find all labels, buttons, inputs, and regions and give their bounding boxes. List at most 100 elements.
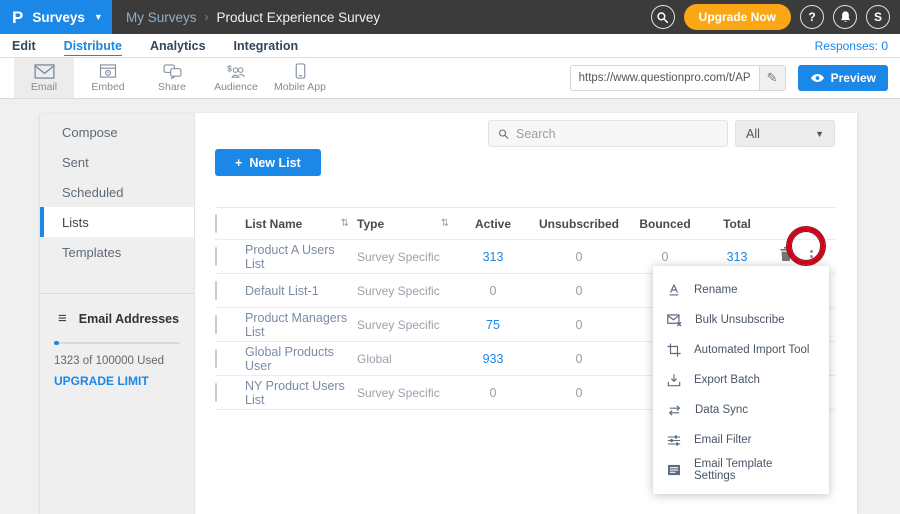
table-header-row: List Name ⇅ Type ⇅ Active Unsubscribed B… bbox=[215, 207, 835, 240]
unsubscribed-count[interactable]: 0 bbox=[529, 318, 629, 332]
header-actions: Upgrade Now ? S bbox=[651, 0, 900, 34]
active-count[interactable]: 0 bbox=[457, 284, 529, 298]
audience-icon: $ bbox=[226, 64, 246, 79]
upgrade-now-button[interactable]: Upgrade Now bbox=[684, 4, 791, 30]
user-avatar[interactable]: S bbox=[866, 5, 890, 29]
active-count[interactable]: 933 bbox=[457, 352, 529, 366]
preview-button[interactable]: Preview bbox=[798, 65, 888, 91]
new-list-label: New List bbox=[249, 156, 300, 170]
row-checkbox[interactable] bbox=[215, 247, 217, 266]
sidebar-nav: Compose Sent Scheduled Lists Templates bbox=[40, 113, 194, 267]
column-header-type: Type bbox=[357, 217, 384, 231]
edit-url-button[interactable]: ✎ bbox=[759, 66, 785, 90]
column-header-bounced: Bounced bbox=[629, 217, 701, 231]
email-template-settings-icon bbox=[667, 464, 681, 476]
row-checkbox[interactable] bbox=[215, 315, 217, 334]
trash-icon bbox=[780, 247, 792, 261]
sort-icon[interactable]: ⇅ bbox=[441, 218, 449, 229]
menu-item-email-filter[interactable]: Email Filter bbox=[653, 425, 829, 455]
sort-icon[interactable]: ⇅ bbox=[341, 218, 349, 229]
menu-item-label: Automated Import Tool bbox=[694, 344, 810, 356]
delete-list-button[interactable] bbox=[780, 247, 792, 266]
toolbar-right-actions: ✎ Preview bbox=[570, 58, 900, 98]
list-type: Survey Specific bbox=[357, 386, 440, 400]
new-list-button[interactable]: + New List bbox=[215, 149, 321, 176]
email-usage-progress-fill bbox=[54, 341, 59, 345]
responses-count[interactable]: Responses: 0 bbox=[815, 39, 888, 53]
search-button[interactable] bbox=[651, 5, 675, 29]
row-options-kebab-button[interactable] bbox=[808, 248, 815, 266]
email-addresses-header: ≡ Email Addresses bbox=[54, 310, 180, 327]
menu-item-label: Export Batch bbox=[694, 374, 760, 386]
list-lines-icon: ≡ bbox=[58, 310, 67, 327]
menu-item-label: Bulk Unsubscribe bbox=[695, 314, 784, 326]
tool-tab-share[interactable]: Share bbox=[142, 58, 202, 98]
unsubscribed-count[interactable]: 0 bbox=[529, 284, 629, 298]
list-name-link[interactable]: Default List-1 bbox=[245, 284, 319, 298]
bell-icon bbox=[839, 10, 852, 24]
email-addresses-title: Email Addresses bbox=[79, 312, 179, 326]
menu-item-email-template-settings[interactable]: Email Template Settings bbox=[653, 455, 829, 485]
sidebar-item-templates[interactable]: Templates bbox=[40, 237, 194, 267]
menu-item-automated-import-tool[interactable]: Automated Import Tool bbox=[653, 335, 829, 365]
list-name-link[interactable]: Global Products User bbox=[245, 345, 349, 373]
tab-analytics[interactable]: Analytics bbox=[150, 36, 206, 55]
total-count[interactable]: 313 bbox=[701, 250, 773, 264]
plus-icon: + bbox=[235, 156, 242, 170]
menu-item-label: Rename bbox=[694, 284, 737, 296]
tool-tab-email[interactable]: Email bbox=[14, 58, 74, 98]
unsubscribed-count[interactable]: 0 bbox=[529, 250, 629, 264]
menu-item-bulk-unsubscribe[interactable]: Bulk Unsubscribe bbox=[653, 305, 829, 335]
tab-distribute[interactable]: Distribute bbox=[64, 36, 122, 56]
tool-tab-audience[interactable]: $ Audience bbox=[206, 58, 266, 98]
row-checkbox[interactable] bbox=[215, 349, 217, 368]
list-name-link[interactable]: NY Product Users List bbox=[245, 379, 349, 407]
select-all-checkbox[interactable] bbox=[215, 214, 217, 233]
bounced-count[interactable]: 0 bbox=[629, 250, 701, 264]
menu-item-export-batch[interactable]: Export Batch bbox=[653, 365, 829, 395]
notifications-button[interactable] bbox=[833, 5, 857, 29]
surveys-product-menu[interactable]: P Surveys ▼ bbox=[0, 0, 112, 34]
active-count[interactable]: 75 bbox=[457, 318, 529, 332]
email-usage-text: 1323 of 100000 Used bbox=[54, 355, 180, 367]
column-header-unsubscribed: Unsubscribed bbox=[529, 217, 629, 231]
product-menu-label: Surveys bbox=[32, 10, 85, 25]
unsubscribed-count[interactable]: 0 bbox=[529, 386, 629, 400]
filter-selected-value: All bbox=[746, 127, 760, 141]
column-header-active: Active bbox=[457, 217, 529, 231]
survey-section-nav: Edit Distribute Analytics Integration Re… bbox=[0, 34, 900, 58]
breadcrumb: My Surveys › Product Experience Survey bbox=[126, 0, 380, 34]
list-type-filter-dropdown[interactable]: All ▼ bbox=[735, 120, 835, 147]
tool-tab-label: Mobile App bbox=[274, 81, 326, 93]
search-input[interactable] bbox=[516, 127, 718, 141]
tool-tab-embed[interactable]: Embed bbox=[78, 58, 138, 98]
active-count[interactable]: 0 bbox=[457, 386, 529, 400]
row-checkbox[interactable] bbox=[215, 383, 217, 402]
list-name-link[interactable]: Product Managers List bbox=[245, 311, 349, 339]
sidebar-item-lists[interactable]: Lists bbox=[40, 207, 194, 237]
eye-icon bbox=[810, 73, 825, 83]
survey-url-input[interactable] bbox=[571, 66, 759, 90]
sidebar-item-scheduled[interactable]: Scheduled bbox=[40, 177, 194, 207]
tab-edit[interactable]: Edit bbox=[12, 36, 36, 55]
share-icon bbox=[163, 64, 182, 79]
tab-integration[interactable]: Integration bbox=[234, 36, 299, 55]
sidebar-item-compose[interactable]: Compose bbox=[40, 117, 194, 147]
unsubscribed-count[interactable]: 0 bbox=[529, 352, 629, 366]
mobile-app-icon bbox=[295, 63, 306, 79]
menu-item-data-sync[interactable]: Data Sync bbox=[653, 395, 829, 425]
search-icon bbox=[498, 128, 509, 140]
upgrade-limit-link[interactable]: UPGRADE LIMIT bbox=[54, 374, 180, 388]
list-search bbox=[488, 120, 728, 147]
distribute-toolbar: Email Embed Share $ Audience Mobile App … bbox=[0, 58, 900, 99]
breadcrumb-my-surveys[interactable]: My Surveys bbox=[126, 10, 197, 25]
sidebar-item-sent[interactable]: Sent bbox=[40, 147, 194, 177]
list-type: Survey Specific bbox=[357, 318, 440, 332]
tool-tab-mobile-app[interactable]: Mobile App bbox=[270, 58, 330, 98]
help-button[interactable]: ? bbox=[800, 5, 824, 29]
list-name-link[interactable]: Product A Users List bbox=[245, 243, 349, 271]
menu-item-rename[interactable]: Rename bbox=[653, 275, 829, 305]
data-sync-icon bbox=[667, 404, 682, 417]
row-checkbox[interactable] bbox=[215, 281, 217, 300]
active-count[interactable]: 313 bbox=[457, 250, 529, 264]
